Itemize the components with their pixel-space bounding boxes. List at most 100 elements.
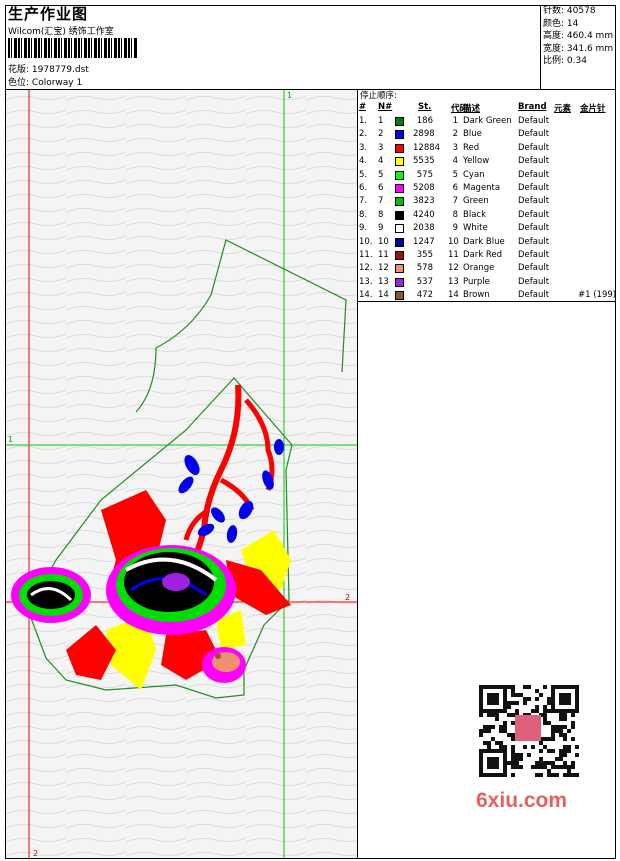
row-stitches: 355 <box>416 250 433 260</box>
row-idx: 4. <box>359 156 368 167</box>
row-stitches: 3823 <box>413 196 435 207</box>
table-title: 停止顺序: <box>360 91 397 101</box>
row-n: 12 <box>378 263 389 274</box>
header-desc: 描述 <box>463 104 481 114</box>
color-swatch <box>395 157 404 167</box>
row-brand: Default <box>518 116 550 126</box>
row-brand: Default <box>518 142 550 153</box>
row-stitches: 1247 <box>413 236 435 247</box>
row-brand: Default <box>518 276 550 287</box>
color-swatch <box>395 143 404 153</box>
table-row: 13. 13 537 13 Purple Default <box>358 277 616 290</box>
color-swatch <box>395 170 404 180</box>
row-code: 13 <box>448 276 459 287</box>
row-idx: 13. <box>359 276 373 287</box>
embroidery-preview: 1 1 2 2 <box>6 90 357 858</box>
row-idx: 1. <box>359 116 368 126</box>
row-code: 11 <box>448 250 459 260</box>
row-idx: 2. <box>359 129 368 140</box>
row-idx: 5. <box>359 169 368 180</box>
row-code: 7 <box>452 196 458 207</box>
row-brand: Default <box>518 129 550 140</box>
row-n: 9 <box>378 223 384 234</box>
row-desc: Brown <box>463 290 490 301</box>
row-desc: Black <box>463 209 486 220</box>
row-n: 10 <box>378 236 389 247</box>
row-stitches: 2898 <box>413 129 435 140</box>
row-brand: Default <box>518 156 550 167</box>
row-n: 13 <box>378 276 389 287</box>
row-code: 8 <box>452 209 458 220</box>
design-label: 花版: <box>8 65 30 75</box>
row-desc: Magenta <box>463 183 501 193</box>
row-desc: White <box>463 223 488 234</box>
row-stitches: 537 <box>416 276 433 287</box>
row-code: 3 <box>452 142 458 153</box>
table-row: 7. 7 3823 7 Green Default <box>358 196 616 209</box>
design-value: 1978779.dst <box>31 65 89 75</box>
design-canvas[interactable]: 1 1 2 2 <box>6 90 357 858</box>
table-row: 10. 10 1247 10 Dark Blue Default <box>358 237 616 250</box>
header-idx: # <box>359 102 367 112</box>
row-desc: Cyan <box>463 169 485 180</box>
table-row: 4. 4 5535 4 Yellow Default <box>358 156 616 169</box>
row-desc: Dark Red <box>463 250 503 260</box>
color-swatch <box>395 197 404 207</box>
row-stitches: 2038 <box>413 223 435 234</box>
row-code: 5 <box>452 169 458 180</box>
barcode <box>8 38 138 58</box>
row-code: 6 <box>452 183 458 193</box>
guide-label-left: 1 <box>8 435 13 444</box>
row-code: 12 <box>448 263 459 274</box>
row-code: 14 <box>448 290 459 301</box>
row-stitches: 5208 <box>413 183 435 193</box>
guide-label-right: 2 <box>345 593 350 602</box>
table-row: 8. 8 4240 8 Black Default <box>358 210 616 223</box>
row-code: 9 <box>452 223 458 234</box>
stat-scale: 比例: 0.34 <box>543 56 587 66</box>
row-idx: 8. <box>359 209 368 220</box>
row-brand: Default <box>518 250 550 260</box>
row-idx: 7. <box>359 196 368 207</box>
table-row: 5. 5 575 5 Cyan Default <box>358 170 616 183</box>
row-desc: Dark Green <box>463 116 512 126</box>
row-stitches: 4240 <box>413 209 435 220</box>
header-st: St. <box>418 102 432 112</box>
row-desc: Green <box>463 196 489 207</box>
row-brand: Default <box>518 263 550 274</box>
color-swatch <box>395 184 404 193</box>
row-desc: Purple <box>463 276 490 287</box>
row-idx: 11. <box>359 250 373 260</box>
row-idx: 9. <box>359 223 368 234</box>
guide-label-bottom: 2 <box>33 849 38 858</box>
header-brand: Brand <box>518 102 547 112</box>
row-n: 11 <box>378 250 389 260</box>
colorway-value: Colorway 1 <box>31 78 83 88</box>
watermark-brand: 6xiu.com <box>476 789 568 812</box>
row-code: 10 <box>448 236 459 247</box>
row-desc: Red <box>463 142 480 153</box>
row-stitches: 472 <box>416 290 433 301</box>
studio-name: Wilcom(汇宝) 绣饰工作室 <box>8 27 114 37</box>
table-row: 3. 3 12884 3 Red Default <box>358 143 616 156</box>
row-stitches: 5535 <box>413 156 435 167</box>
row-extra: #1 (199) <box>578 290 617 301</box>
table-row: 9. 9 2038 9 White Default <box>358 223 616 236</box>
row-n: 2 <box>378 129 384 140</box>
row-desc: Dark Blue <box>463 236 505 247</box>
design-info: 花版: 1978779.dst <box>8 62 89 75</box>
table-row: 6. 6 5208 6 Magenta Default <box>358 183 616 196</box>
header-n: N# <box>378 102 393 112</box>
row-code: 4 <box>452 156 458 167</box>
row-desc: Orange <box>463 263 495 274</box>
row-stitches: 12884 <box>413 142 441 153</box>
colorway-info: 色位: Colorway 1 <box>8 75 82 88</box>
row-n: 1 <box>378 116 384 126</box>
table-row: 2. 2 2898 2 Blue Default <box>358 129 616 142</box>
row-brand: Default <box>518 236 550 247</box>
seal-stamp <box>515 715 541 741</box>
row-idx: 10. <box>359 236 373 247</box>
table-bottom-rule <box>358 301 616 302</box>
page-title: 生产作业图 <box>8 5 89 23</box>
row-stitches: 578 <box>416 263 433 274</box>
